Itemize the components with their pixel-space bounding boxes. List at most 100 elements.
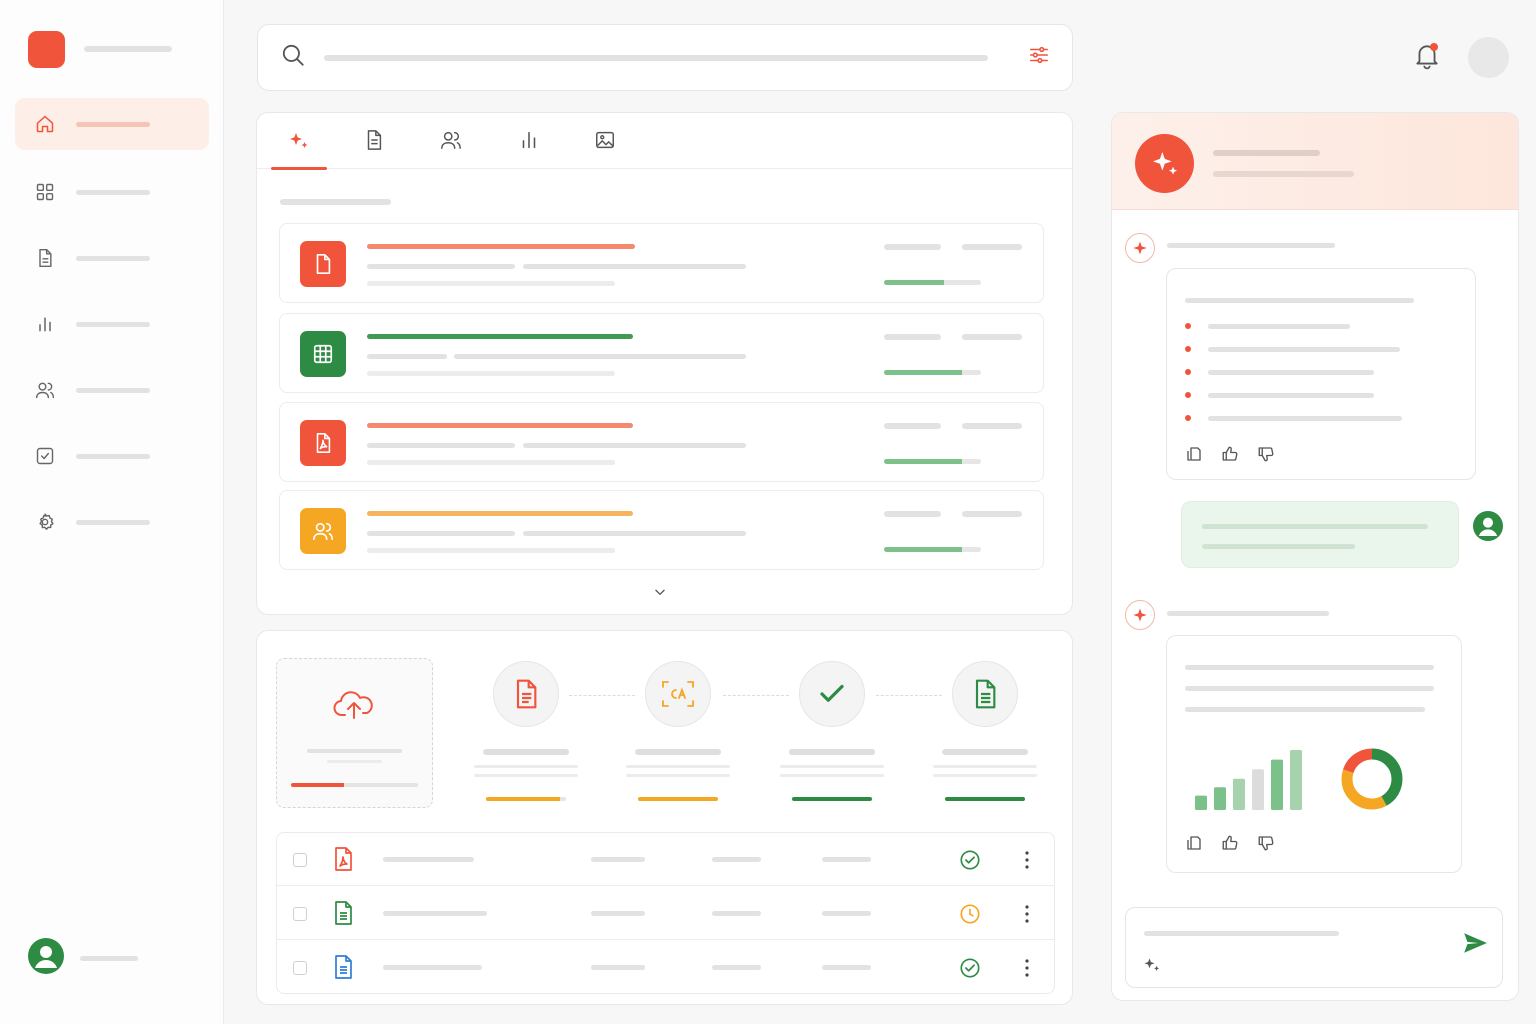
sidebar-item-analytics[interactable]	[15, 298, 209, 350]
app-logo[interactable]	[28, 31, 65, 68]
pipeline-step-parse	[466, 661, 586, 801]
app-window	[0, 0, 1536, 1024]
file-row[interactable]	[279, 490, 1044, 570]
account-avatar[interactable]	[1468, 37, 1509, 78]
file-row[interactable]	[279, 313, 1044, 393]
file-date-placeholder	[884, 334, 941, 340]
processing-panel	[256, 630, 1073, 1005]
thumbs-up-icon[interactable]	[1221, 834, 1239, 852]
chevron-down-icon[interactable]	[653, 585, 667, 604]
file-meta-placeholder	[367, 531, 515, 536]
check-circle-icon	[959, 957, 981, 984]
thumbs-down-icon[interactable]	[1257, 445, 1275, 463]
sparkle-icon[interactable]	[1142, 955, 1162, 980]
file-title-placeholder	[367, 334, 633, 339]
file-row[interactable]	[279, 223, 1044, 303]
row-cell-placeholder	[712, 911, 761, 916]
row-checkbox[interactable]	[293, 853, 307, 867]
cloud-upload-icon	[333, 687, 375, 726]
step-progress-bar	[945, 797, 1025, 801]
document-icon	[35, 248, 55, 268]
message-composer[interactable]	[1125, 907, 1503, 988]
ocr-scan-icon	[645, 661, 711, 727]
file-row[interactable]	[279, 402, 1044, 482]
step-title-placeholder	[483, 749, 569, 755]
document-icon	[300, 241, 346, 287]
step-meta-placeholder	[474, 774, 578, 777]
thumbs-up-icon[interactable]	[1221, 445, 1239, 463]
file-meta-placeholder	[367, 264, 515, 269]
user-avatar-icon	[28, 938, 64, 979]
sidebar-item-settings[interactable]	[15, 496, 209, 548]
search-input[interactable]	[324, 54, 988, 61]
spreadsheet-icon	[300, 331, 346, 377]
step-meta-placeholder	[474, 765, 578, 768]
more-vertical-icon[interactable]	[1017, 957, 1037, 984]
file-meta-placeholder	[367, 460, 615, 465]
file-meta-placeholder	[367, 354, 447, 359]
row-name-placeholder	[383, 911, 487, 916]
row-cell-placeholder	[712, 965, 761, 970]
upload-progress-bar	[291, 783, 418, 787]
step-meta-placeholder	[626, 765, 730, 768]
table-row[interactable]	[277, 887, 1054, 940]
sparkle-icon	[1125, 233, 1155, 263]
user-profile[interactable]	[28, 938, 138, 979]
sidebar-item-dashboard[interactable]	[15, 166, 209, 218]
thumbs-down-icon[interactable]	[1257, 834, 1275, 852]
tab-people[interactable]	[423, 127, 479, 169]
document-icon	[952, 661, 1018, 727]
sidebar-label-placeholder	[76, 321, 150, 327]
table-row[interactable]	[277, 941, 1054, 994]
file-date-placeholder	[884, 423, 941, 429]
sparkle-icon	[287, 129, 311, 169]
upload-dropzone[interactable]	[276, 658, 433, 808]
composer-input[interactable]	[1144, 931, 1339, 936]
more-vertical-icon[interactable]	[1017, 849, 1037, 876]
bar-chart-icon	[518, 129, 540, 169]
sidebar	[0, 0, 224, 1024]
chart-bar	[1271, 759, 1283, 810]
file-meta-placeholder	[367, 281, 615, 286]
check-circle-icon	[959, 849, 981, 876]
file-progress-bar	[884, 370, 981, 375]
list-item	[1185, 346, 1400, 352]
document-icon	[493, 661, 559, 727]
tab-images[interactable]	[577, 127, 633, 169]
copy-icon[interactable]	[1185, 834, 1203, 852]
chart-bar	[1214, 787, 1226, 810]
file-date-placeholder	[884, 244, 941, 250]
files-table	[276, 832, 1055, 994]
tab-documents[interactable]	[346, 127, 402, 169]
check-icon	[799, 661, 865, 727]
checkbox-icon	[35, 446, 55, 466]
mini-donut-chart	[1341, 748, 1403, 810]
sidebar-item-people[interactable]	[15, 364, 209, 416]
sidebar-item-tasks[interactable]	[15, 430, 209, 482]
file-size-placeholder	[962, 511, 1022, 517]
tab-analytics[interactable]	[501, 127, 557, 169]
user-name-placeholder	[80, 956, 138, 961]
upload-hint-placeholder	[327, 760, 382, 763]
row-checkbox[interactable]	[293, 961, 307, 975]
sidebar-label-placeholder	[76, 519, 150, 525]
notification-badge	[1430, 43, 1438, 51]
tab-ai[interactable]	[271, 127, 327, 170]
sidebar-item-documents[interactable]	[15, 232, 209, 284]
more-vertical-icon[interactable]	[1017, 903, 1037, 930]
user-avatar-icon	[1473, 511, 1503, 546]
search-bar[interactable]	[257, 24, 1073, 91]
filter-sliders-icon[interactable]	[1028, 44, 1050, 71]
search-icon	[280, 42, 306, 73]
copy-icon[interactable]	[1185, 445, 1203, 463]
step-meta-placeholder	[626, 774, 730, 777]
list-item	[1185, 369, 1374, 375]
table-row[interactable]	[277, 833, 1054, 886]
row-name-placeholder	[383, 857, 474, 862]
message-line-placeholder	[1185, 298, 1414, 303]
send-icon[interactable]	[1462, 930, 1488, 961]
sidebar-item-home[interactable]	[15, 98, 209, 150]
pipeline-step-verify	[772, 661, 892, 801]
assistant-status-placeholder	[1213, 171, 1354, 177]
row-checkbox[interactable]	[293, 907, 307, 921]
